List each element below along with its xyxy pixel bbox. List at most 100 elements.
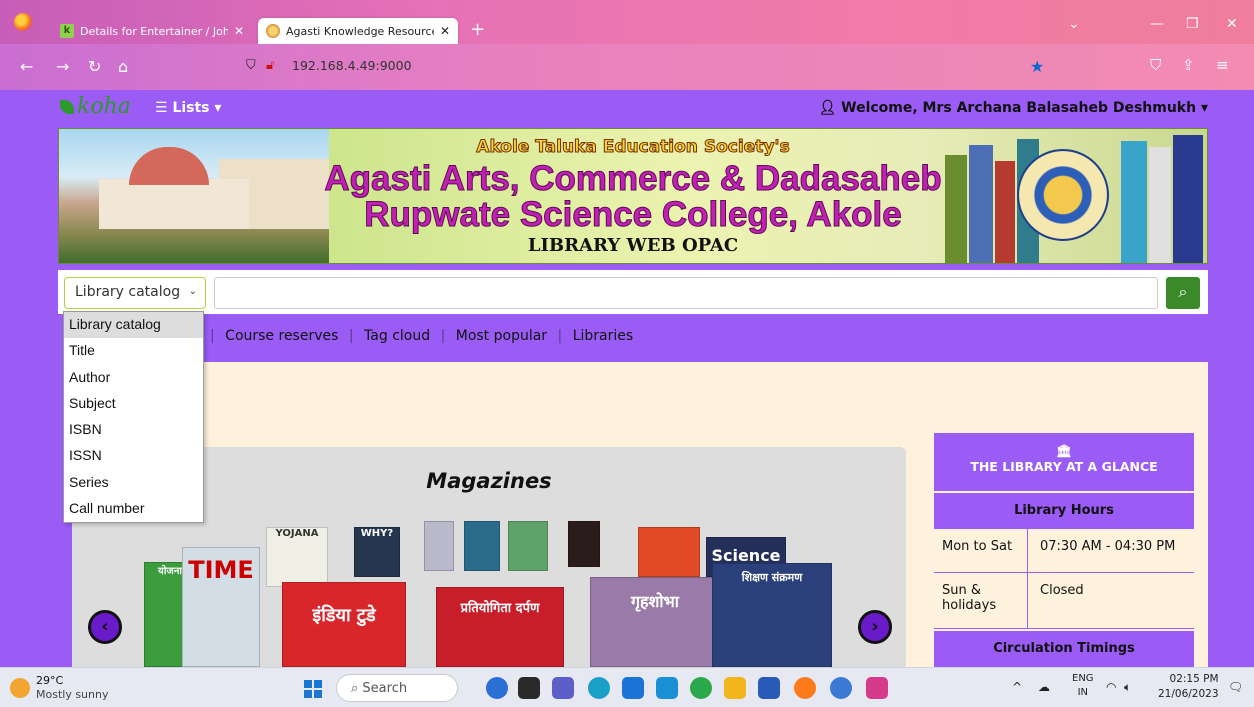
link-tag-cloud[interactable]: Tag cloud xyxy=(364,328,430,344)
circulation-timings-title: Circulation Timings xyxy=(934,631,1194,667)
back-icon[interactable]: ← xyxy=(20,57,33,76)
chat-icon[interactable] xyxy=(690,677,712,699)
magazine-cover[interactable]: प्रतियोगिता दर्पण xyxy=(436,587,564,667)
search-icon: ⌕ xyxy=(1178,282,1188,301)
browser-toolbar: ← → ↻ ⌂ ⛉ 🔓︎ 192.168.4.49:9000 ★ ⛉ ⇪ ≡ xyxy=(0,44,1254,90)
search-input[interactable] xyxy=(214,277,1158,309)
link-course-reserves[interactable]: Course reserves xyxy=(225,328,338,344)
close-tab-icon[interactable]: ✕ xyxy=(234,24,244,38)
menu-icon[interactable]: ≡ xyxy=(1216,56,1229,74)
tab-entertainer-details[interactable]: k Details for Entertainer / John Ol ✕ xyxy=(52,18,252,44)
magazine-cover[interactable] xyxy=(508,521,548,571)
restore-icon[interactable]: ❐ xyxy=(1186,16,1199,32)
option-author[interactable]: Author xyxy=(64,365,203,391)
magazine-cover[interactable]: YOJANA xyxy=(266,527,328,587)
link-most-popular[interactable]: Most popular xyxy=(456,328,547,344)
carousel-prev-button[interactable]: ‹ xyxy=(88,610,122,644)
language-indicator[interactable]: ENG IN xyxy=(1072,672,1094,700)
file-explorer-icon[interactable] xyxy=(724,677,746,699)
search-bar: Library catalog ⌄ ⌕ xyxy=(58,270,1208,314)
instagram-icon[interactable] xyxy=(866,677,888,699)
bookmark-star-icon[interactable]: ★ xyxy=(1030,57,1044,76)
magazine-cover[interactable]: शिक्षण संक्रमण xyxy=(712,563,832,667)
tab-title: Agasti Knowledge Resource Ce xyxy=(286,24,434,38)
magazine-cover[interactable]: WHY? xyxy=(354,527,400,577)
banner-college-line1: Agasti Arts, Commerce & Dadasaheb xyxy=(324,159,942,199)
tab-list-chevron-icon[interactable]: ⌄ xyxy=(1068,16,1080,32)
magazine-cover[interactable] xyxy=(424,521,454,571)
tab-agasti-knowledge[interactable]: Agasti Knowledge Resource Ce ✕ xyxy=(258,18,458,44)
magazine-cover[interactable] xyxy=(568,521,600,567)
search-type-options: Library catalog Title Author Subject ISB… xyxy=(63,311,204,524)
option-issn[interactable]: ISSN xyxy=(64,443,203,469)
link-libraries[interactable]: Libraries xyxy=(573,328,633,344)
banner-college-line2: Rupwate Science College, Akole xyxy=(364,195,902,235)
search-type-select[interactable]: Library catalog ⌄ xyxy=(64,277,206,309)
chevron-down-icon: ⌄ xyxy=(188,286,197,297)
shield-icon[interactable]: ⛉ xyxy=(246,58,256,73)
magazine-cover[interactable]: गृहशोभा xyxy=(590,577,720,667)
user-menu[interactable]: 👤︎ Welcome, Mrs Archana Balasaheb Deshmu… xyxy=(818,100,1208,116)
option-subject[interactable]: Subject xyxy=(64,391,203,417)
firefox-icon[interactable] xyxy=(14,13,32,31)
reload-icon[interactable]: ↻ xyxy=(88,57,101,76)
address-bar[interactable]: ⛉ 🔓︎ 192.168.4.49:9000 ★ xyxy=(240,50,1060,82)
share-icon[interactable]: ⇪ xyxy=(1182,56,1195,74)
notification-icon[interactable]: 🗨︎ xyxy=(1228,680,1243,694)
option-title[interactable]: Title xyxy=(64,338,203,364)
tray-chevron-icon[interactable]: ^ xyxy=(1012,680,1022,694)
minimize-icon[interactable]: — xyxy=(1150,16,1164,32)
option-isbn[interactable]: ISBN xyxy=(64,417,203,443)
weather-sun-icon[interactable] xyxy=(10,678,30,698)
weather-temp[interactable]: 29°C xyxy=(36,674,63,687)
taskbar-search[interactable]: ⌕ Search xyxy=(336,674,458,702)
koha-leaf-icon xyxy=(60,100,74,114)
windows-start-icon[interactable] xyxy=(304,680,322,698)
clock[interactable]: 02:15 PM 21/06/2023 xyxy=(1158,672,1219,702)
magazine-cover[interactable] xyxy=(638,527,700,577)
glance-heading: 🏛︎ THE LIBRARY AT A GLANCE xyxy=(934,433,1194,491)
banner-subtitle: LIBRARY WEB OPAC xyxy=(527,235,739,256)
user-icon: 👤︎ xyxy=(818,100,837,116)
mail-icon[interactable] xyxy=(622,677,644,699)
weather-condition[interactable]: Mostly sunny xyxy=(36,688,108,701)
store-icon[interactable] xyxy=(758,677,780,699)
firefox-taskbar-icon[interactable] xyxy=(794,677,816,699)
opac-page: koha ☰ Lists ▾ 👤︎ Welcome, Mrs Archana B… xyxy=(0,90,1254,667)
new-tab-button[interactable]: + xyxy=(470,19,485,40)
library-hours-title: Library Hours xyxy=(934,493,1194,529)
onedrive-icon[interactable]: ☁ xyxy=(1038,680,1050,694)
banner-society: Akole Taluka Education Society's xyxy=(476,137,790,158)
edge-icon[interactable] xyxy=(588,677,610,699)
koha-logo[interactable]: koha xyxy=(60,94,131,119)
hours-row: Sun & holidays Closed xyxy=(934,573,1194,629)
browser-tab-strip: k Details for Entertainer / John Ol ✕ Ag… xyxy=(0,0,1254,44)
task-view-icon[interactable] xyxy=(518,677,540,699)
search-button[interactable]: ⌕ xyxy=(1166,277,1200,309)
carousel-next-button[interactable]: › xyxy=(858,610,892,644)
option-series[interactable]: Series xyxy=(64,470,203,496)
option-call-number[interactable]: Call number xyxy=(64,496,203,522)
volume-icon[interactable]: 🔈︎ xyxy=(1124,680,1131,695)
magazine-cover[interactable]: TIME xyxy=(182,547,260,667)
url-text[interactable]: 192.168.4.49:9000 xyxy=(292,58,412,73)
teams-icon[interactable] xyxy=(552,677,574,699)
college-seal-icon xyxy=(266,24,280,38)
option-library-catalog[interactable]: Library catalog xyxy=(64,312,203,339)
magazine-cover[interactable] xyxy=(464,521,500,571)
more-searches-links: | Course reserves | Tag cloud | Most pop… xyxy=(210,328,634,344)
close-tab-icon[interactable]: ✕ xyxy=(440,24,450,38)
close-window-icon[interactable]: ✕ xyxy=(1226,16,1238,32)
insecure-lock-icon[interactable]: 🔓︎ xyxy=(266,58,274,73)
windows-taskbar: 29°C Mostly sunny ⌕ Search ^ ☁ ENG IN ◠ 🔈… xyxy=(0,667,1254,707)
todo-icon[interactable] xyxy=(830,677,852,699)
wifi-icon[interactable]: ◠ xyxy=(1106,680,1116,694)
lists-menu[interactable]: ☰ Lists ▾ xyxy=(155,100,221,116)
home-icon[interactable]: ⌂ xyxy=(118,57,128,76)
magazine-cover[interactable]: इंडिया टुडे xyxy=(282,582,406,667)
pocket-icon[interactable]: ⛉ xyxy=(1150,56,1161,74)
forward-icon[interactable]: → xyxy=(56,57,69,76)
institution-icon: 🏛︎ xyxy=(1056,443,1072,458)
l-app-icon[interactable] xyxy=(656,677,678,699)
bing-icon[interactable] xyxy=(486,677,508,699)
